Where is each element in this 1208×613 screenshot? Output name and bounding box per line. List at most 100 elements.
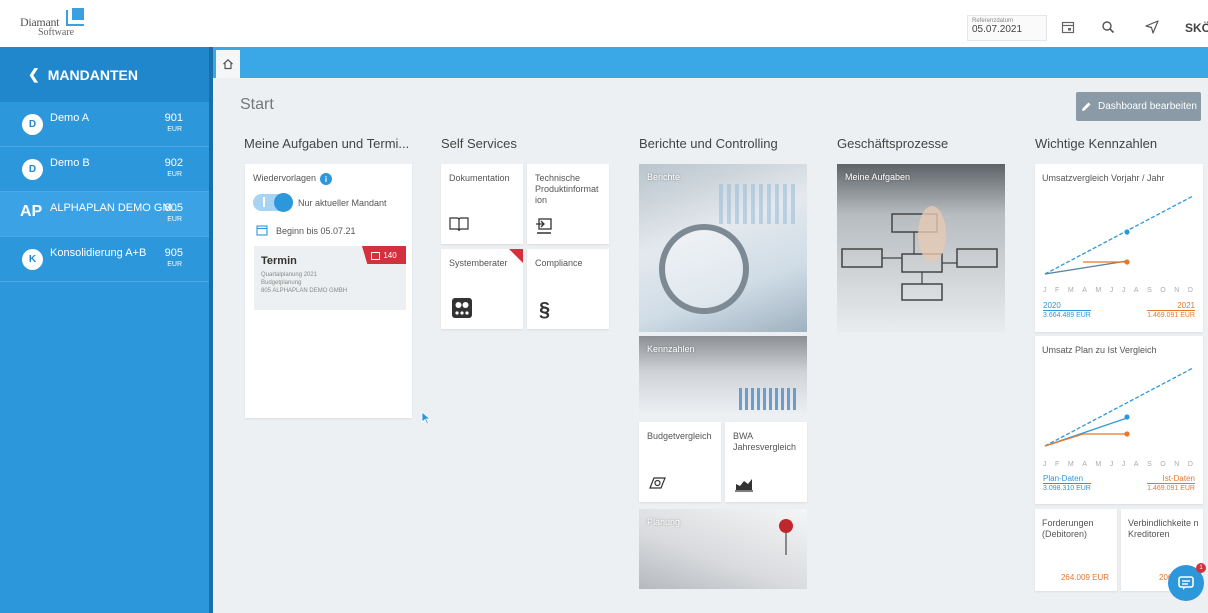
mandant-currency: EUR <box>167 171 182 178</box>
umsatz-plan-chart <box>1044 367 1194 447</box>
kpi-left-series: 2020 3.664.489 EUR <box>1043 301 1091 319</box>
tile-meine-aufgaben[interactable]: Meine Aufgaben <box>837 164 1005 332</box>
tile-label: BWA Jahresvergleich <box>733 431 797 452</box>
tile-label: Meine Aufgaben <box>845 172 911 182</box>
alphaplan-logo: AP <box>20 203 44 225</box>
mandant-item-alphaplan[interactable]: AP ALPHAPLAN DEMO GM... 805 EUR <box>0 192 209 237</box>
mandant-number: 805 <box>164 202 183 214</box>
kpi-umsatz-vorjahr[interactable]: Umsatzvergleich Vorjahr / Jahr JFMAMJJAS… <box>1035 164 1203 332</box>
month-label: A <box>1082 461 1087 468</box>
notification-badge <box>509 249 523 263</box>
calendar-icon[interactable] <box>1057 16 1079 38</box>
tile-label: Berichte <box>647 172 681 182</box>
kpi-left-value: 3.098.310 EUR <box>1043 483 1091 492</box>
diamant-logo[interactable]: Diamant Software <box>20 8 110 40</box>
column-title-kennzahlen: Wichtige Kennzahlen <box>1035 136 1158 151</box>
month-label: D <box>1187 461 1193 468</box>
termin-line: 805 ALPHAPLAN DEMO GMBH <box>261 288 348 294</box>
search-icon[interactable] <box>1097 16 1119 38</box>
sidebar-header[interactable]: ❮ MANDANTEN <box>0 47 209 102</box>
column-title-aufgaben: Meine Aufgaben und Termi... <box>244 136 410 151</box>
month-label: J <box>1121 461 1126 468</box>
mandanten-sidebar: ❮ MANDANTEN D Demo A 901 EUR D Demo B 90… <box>0 47 209 613</box>
calendar-icon <box>256 225 268 236</box>
termin-title: Termin <box>261 255 297 267</box>
termin-line: Quartalplanung 2021 <box>261 272 318 278</box>
tile-technische-produktinformation[interactable]: Technische Produktinformat ion <box>527 164 609 244</box>
mandant-name: Demo B <box>50 157 90 169</box>
month-label: M <box>1067 461 1074 468</box>
logo-subtext: Software <box>38 27 75 38</box>
kpi-value: 264.009 EUR <box>1060 573 1109 582</box>
tab-bar <box>213 47 1208 78</box>
money-icon <box>649 477 666 489</box>
mandant-item-demo-b[interactable]: D Demo B 902 EUR <box>0 147 209 192</box>
termin-line: Budgetplanung <box>261 280 302 286</box>
tile-bwa-jahresvergleich[interactable]: BWA Jahresvergleich <box>725 422 807 502</box>
pencil-icon <box>1082 102 1091 111</box>
month-label: J <box>1043 287 1047 294</box>
kpi-umsatz-plan-ist[interactable]: Umsatz Plan zu Ist Vergleich JFMAMJJASON… <box>1035 336 1203 504</box>
mandant-name: ALPHAPLAN DEMO GM... <box>50 202 181 214</box>
sidebar-title: MANDANTEN <box>47 66 138 83</box>
kpi-forderungen[interactable]: Forderungen (Debitoren) 264.009 EUR <box>1035 509 1117 591</box>
home-icon <box>223 58 233 70</box>
mandant-item-demo-a[interactable]: D Demo A 901 EUR <box>0 102 209 147</box>
flowchart-image <box>841 206 998 301</box>
month-label: J <box>1109 461 1114 468</box>
page-title: Start <box>240 96 274 113</box>
month-label: D <box>1187 287 1193 294</box>
calendar-icon <box>371 251 381 260</box>
month-label: A <box>1133 461 1139 468</box>
mandant-number: 901 <box>164 112 183 124</box>
kpi-title: Umsatzvergleich Vorjahr / Jahr <box>1042 173 1165 183</box>
termin-item[interactable]: 140 Termin Quartalplanung 2021 Budgetpla… <box>254 246 406 310</box>
month-label: A <box>1082 287 1087 294</box>
kpi-left-series: Plan-Daten 3.098.310 EUR <box>1043 474 1091 492</box>
month-label: J <box>1043 461 1047 468</box>
tile-compliance[interactable]: Compliance § <box>527 249 609 329</box>
mandant-currency: EUR <box>167 216 182 223</box>
avatar: D <box>22 158 43 180</box>
month-label: O <box>1160 461 1166 468</box>
aufgaben-card: Wiedervorlagen i Nur aktueller Mandant B… <box>245 164 412 418</box>
avatar: K <box>22 248 43 270</box>
month-label: O <box>1160 287 1166 294</box>
mandant-name: Konsolidierung A+B <box>50 247 147 259</box>
main-content: Start Dashboard bearbeiten Meine Aufgabe… <box>213 47 1208 613</box>
month-label: A <box>1133 287 1139 294</box>
tile-label: Planung <box>647 517 681 527</box>
tile-label: Technische Produktinformat ion <box>535 173 599 205</box>
home-tab[interactable] <box>216 50 240 78</box>
info-icon[interactable]: i <box>320 173 332 185</box>
tile-label: Kennzahlen <box>647 344 695 354</box>
tile-dokumentation[interactable]: Dokumentation <box>441 164 523 244</box>
mandant-item-konsolidierung[interactable]: K Konsolidierung A+B 905 EUR <box>0 237 209 282</box>
send-icon[interactable] <box>1141 16 1163 38</box>
kpi-title: Forderungen (Debitoren) <box>1042 518 1094 539</box>
kpi-right-series: Ist-Daten 1.469.091 EUR <box>1147 474 1195 492</box>
user-menu[interactable]: SKÖ <box>1185 21 1208 35</box>
monitor-download-icon <box>536 218 552 234</box>
mandant-toggle[interactable] <box>253 193 293 212</box>
tile-budgetvergleich[interactable]: Budgetvergleich <box>639 422 721 502</box>
month-label: M <box>1095 287 1102 294</box>
column-title-self-services: Self Services <box>441 136 517 151</box>
mandant-currency: EUR <box>167 126 182 133</box>
chevron-left-icon[interactable]: ❮ <box>28 66 40 83</box>
month-label: J <box>1109 287 1114 294</box>
kpi-left-label: Plan-Daten <box>1043 474 1084 483</box>
tile-berichte[interactable]: Berichte <box>639 164 807 332</box>
kpi-title: Verbindlichkeite n Kreditoren <box>1128 518 1199 539</box>
avatar: D <box>22 113 43 135</box>
kpi-left-value: 3.664.489 EUR <box>1043 310 1091 319</box>
reference-date-field[interactable]: Referenzdatum 05.07.2021 <box>967 15 1047 41</box>
edit-dashboard-button[interactable]: Dashboard bearbeiten <box>1076 92 1201 121</box>
logo-mark-frame <box>66 10 84 26</box>
tile-systemberater[interactable]: Systemberater <box>441 249 523 329</box>
tile-planung[interactable]: Planung <box>639 509 807 589</box>
month-label: M <box>1095 461 1102 468</box>
tile-kennzahlen[interactable]: Kennzahlen <box>639 336 807 416</box>
month-label: S <box>1147 287 1152 294</box>
chat-notification-badge: 1 <box>1196 563 1206 573</box>
